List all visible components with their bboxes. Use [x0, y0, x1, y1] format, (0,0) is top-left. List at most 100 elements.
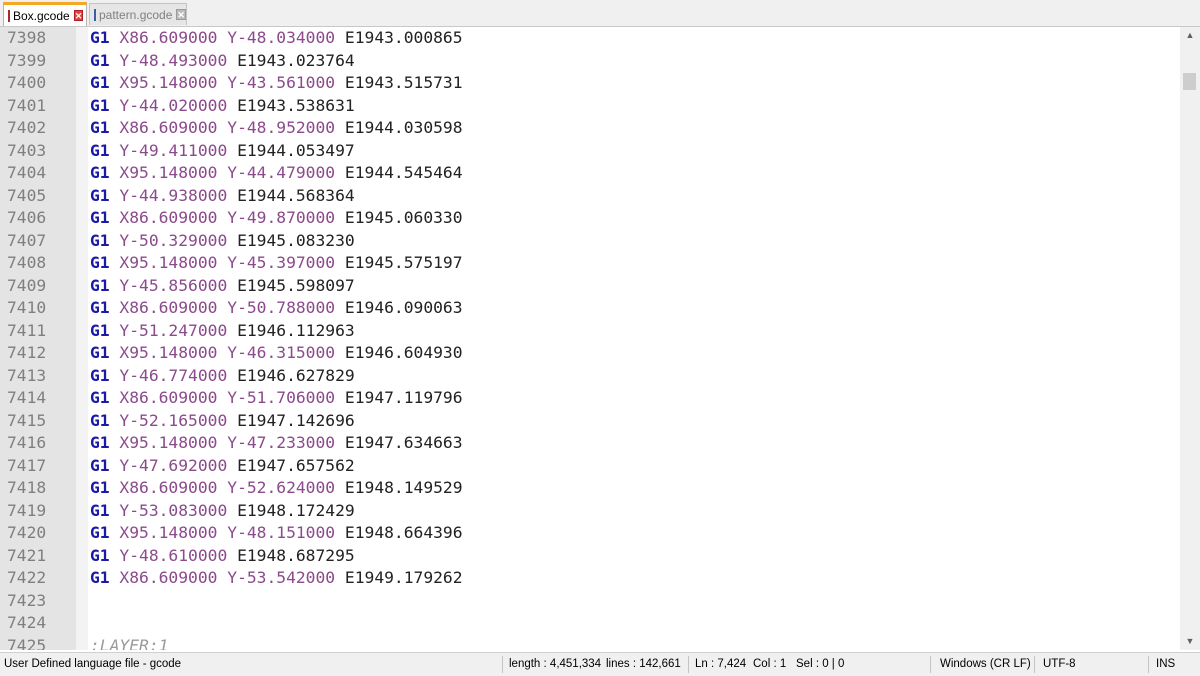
line-code: G1 Y-48.493000 E1943.023764 [90, 50, 1180, 73]
gcode-axis-token: Y-44.020000 [119, 95, 228, 115]
gcode-axis-token: Y-52.624000 [227, 478, 336, 497]
status-column: Col : 1 [753, 658, 787, 670]
tab-pattern-gcode[interactable]: pattern.gcode ✕ [89, 3, 187, 25]
gcode-cmd-token: G1 [90, 500, 110, 520]
code-line[interactable]: 7424 [0, 612, 1180, 635]
line-number: 7416 [7, 433, 47, 452]
code-line[interactable]: 7414 G1 X86.609000 Y-51.706000 E1947.1197… [0, 387, 1180, 410]
line-code: G1 X95.148000 Y-44.479000 E1944.545464 [90, 162, 1180, 185]
gcode-ext-token: E1943.023764 [237, 50, 355, 70]
gcode-cmd-token: G1 [90, 208, 110, 227]
gcode-ext-token: E1945.060330 [344, 208, 463, 227]
code-line[interactable]: 7421 G1 Y-48.610000 E1948.687295 [0, 545, 1180, 568]
status-divider [930, 656, 931, 673]
code-line[interactable]: 7404 G1 X95.148000 Y-44.479000 E1944.5454… [0, 162, 1180, 185]
line-code: G1 X86.609000 Y-51.706000 E1947.119796 [90, 387, 1180, 410]
tab-box-gcode[interactable]: Box.gcode ✕ [3, 2, 87, 26]
line-number: 7400 [7, 73, 47, 92]
gcode-axis-token: X86.609000 [119, 298, 218, 317]
status-eol[interactable]: Windows (CR LF) [940, 653, 1031, 676]
status-insert-mode[interactable]: INS [1156, 653, 1175, 676]
code-line[interactable]: 7403 G1 Y-49.411000 E1944.053497 [0, 140, 1180, 163]
line-number: 7414 [7, 388, 47, 407]
line-code: G1 Y-45.856000 E1945.598097 [90, 275, 1180, 298]
code-line[interactable]: 7410 G1 X86.609000 Y-50.788000 E1946.0900… [0, 297, 1180, 320]
code-line[interactable]: 7402 G1 X86.609000 Y-48.952000 E1944.0305… [0, 117, 1180, 140]
line-number: 7405 [7, 185, 47, 205]
code-line[interactable]: 7407 G1 Y-50.329000 E1945.083230 [0, 230, 1180, 253]
gcode-ext-token: E1946.627829 [237, 365, 355, 385]
status-bar: User Defined language file - gcode lengt… [0, 652, 1200, 676]
tab-bar: Box.gcode ✕ pattern.gcode ✕ [0, 0, 1200, 27]
scrollbar-thumb[interactable] [1183, 73, 1196, 90]
code-line[interactable]: 7406 G1 X86.609000 Y-49.870000 E1945.0603… [0, 207, 1180, 230]
gcode-cmd-token: G1 [90, 545, 110, 565]
gcode-axis-token: Y-51.706000 [227, 388, 336, 407]
code-line[interactable]: 7398 G1 X86.609000 Y-48.034000 E1943.0008… [0, 27, 1180, 50]
gcode-axis-token: Y-45.397000 [227, 253, 336, 272]
line-code: G1 Y-52.165000 E1947.142696 [90, 410, 1180, 433]
tab-label: Box.gcode [13, 8, 70, 23]
code-line[interactable]: 7411 G1 Y-51.247000 E1946.112963 [0, 320, 1180, 343]
code-line[interactable]: 7419 G1 Y-53.083000 E1948.172429 [0, 500, 1180, 523]
status-encoding[interactable]: UTF-8 [1043, 653, 1076, 676]
line-number: 7408 [7, 253, 47, 272]
status-divider [1034, 656, 1035, 673]
code-line[interactable]: 7408 G1 X95.148000 Y-45.397000 E1945.5751… [0, 252, 1180, 275]
gcode-axis-token: Y-49.870000 [227, 208, 336, 227]
gcode-axis-token: X95.148000 [119, 523, 218, 542]
vertical-scrollbar[interactable]: ▲ ▼ [1180, 27, 1200, 650]
gcode-axis-token: Y-53.083000 [119, 500, 228, 520]
line-code: G1 Y-46.774000 E1946.627829 [90, 365, 1180, 388]
gcode-comment-token: ;LAYER:1 [90, 635, 169, 651]
gcode-cmd-token: G1 [90, 433, 110, 452]
status-selection: Sel : 0 | 0 [796, 658, 845, 670]
line-number: 7411 [7, 320, 47, 340]
gcode-ext-token: E1944.568364 [237, 185, 355, 205]
gcode-ext-token: E1947.634663 [344, 433, 463, 452]
gcode-ext-token: E1946.090063 [344, 298, 463, 317]
code-line[interactable]: 7399 G1 Y-48.493000 E1943.023764 [0, 50, 1180, 73]
line-code: G1 X95.148000 Y-45.397000 E1945.575197 [90, 252, 1180, 275]
gcode-axis-token: X86.609000 [119, 208, 218, 227]
line-code: G1 Y-47.692000 E1947.657562 [90, 455, 1180, 478]
code-line[interactable]: 7412 G1 X95.148000 Y-46.315000 E1946.6049… [0, 342, 1180, 365]
code-line[interactable]: 7409 G1 Y-45.856000 E1945.598097 [0, 275, 1180, 298]
gcode-ext-token: E1947.142696 [237, 410, 355, 430]
code-line[interactable]: 7422 G1 X86.609000 Y-53.542000 E1949.1792… [0, 567, 1180, 590]
code-line[interactable]: 7416 G1 X95.148000 Y-47.233000 E1947.6346… [0, 432, 1180, 455]
line-number: 7424 [7, 613, 47, 632]
gcode-ext-token: E1943.515731 [344, 73, 463, 92]
line-number: 7421 [7, 545, 47, 565]
code-line[interactable]: 7425 ;LAYER:1 [0, 635, 1180, 651]
scroll-down-icon[interactable]: ▼ [1180, 633, 1200, 650]
line-code: G1 X95.148000 Y-48.151000 E1948.664396 [90, 522, 1180, 545]
gcode-axis-token: Y-43.561000 [227, 73, 336, 92]
gcode-axis-token: Y-48.952000 [227, 118, 336, 137]
scroll-up-icon[interactable]: ▲ [1180, 27, 1200, 44]
line-number: 7415 [7, 410, 47, 430]
code-line[interactable]: 7413 G1 Y-46.774000 E1946.627829 [0, 365, 1180, 388]
code-line[interactable]: 7415 G1 Y-52.165000 E1947.142696 [0, 410, 1180, 433]
close-icon[interactable]: ✕ [73, 10, 84, 21]
gcode-cmd-token: G1 [90, 230, 110, 250]
code-editor[interactable]: 7398 G1 X86.609000 Y-48.034000 E1943.0008… [0, 27, 1180, 650]
gcode-axis-token: Y-53.542000 [227, 568, 336, 587]
gcode-cmd-token: G1 [90, 275, 110, 295]
code-line[interactable]: 7420 G1 X95.148000 Y-48.151000 E1948.6643… [0, 522, 1180, 545]
code-lines[interactable]: 7398 G1 X86.609000 Y-48.034000 E1943.0008… [0, 27, 1180, 650]
gcode-cmd-token: G1 [90, 365, 110, 385]
code-line[interactable]: 7417 G1 Y-47.692000 E1947.657562 [0, 455, 1180, 478]
code-line[interactable]: 7418 G1 X86.609000 Y-52.624000 E1948.1495… [0, 477, 1180, 500]
code-line[interactable]: 7405 G1 Y-44.938000 E1944.568364 [0, 185, 1180, 208]
gcode-axis-token: X95.148000 [119, 163, 218, 182]
file-icon [94, 8, 96, 21]
line-code: G1 X95.148000 Y-46.315000 E1946.604930 [90, 342, 1180, 365]
gcode-ext-token: E1945.598097 [237, 275, 355, 295]
gcode-axis-token: Y-46.774000 [119, 365, 228, 385]
close-icon[interactable]: ✕ [176, 9, 186, 20]
gcode-axis-token: Y-50.329000 [119, 230, 228, 250]
code-line[interactable]: 7400 G1 X95.148000 Y-43.561000 E1943.5157… [0, 72, 1180, 95]
code-line[interactable]: 7401 G1 Y-44.020000 E1943.538631 [0, 95, 1180, 118]
code-line[interactable]: 7423 [0, 590, 1180, 613]
